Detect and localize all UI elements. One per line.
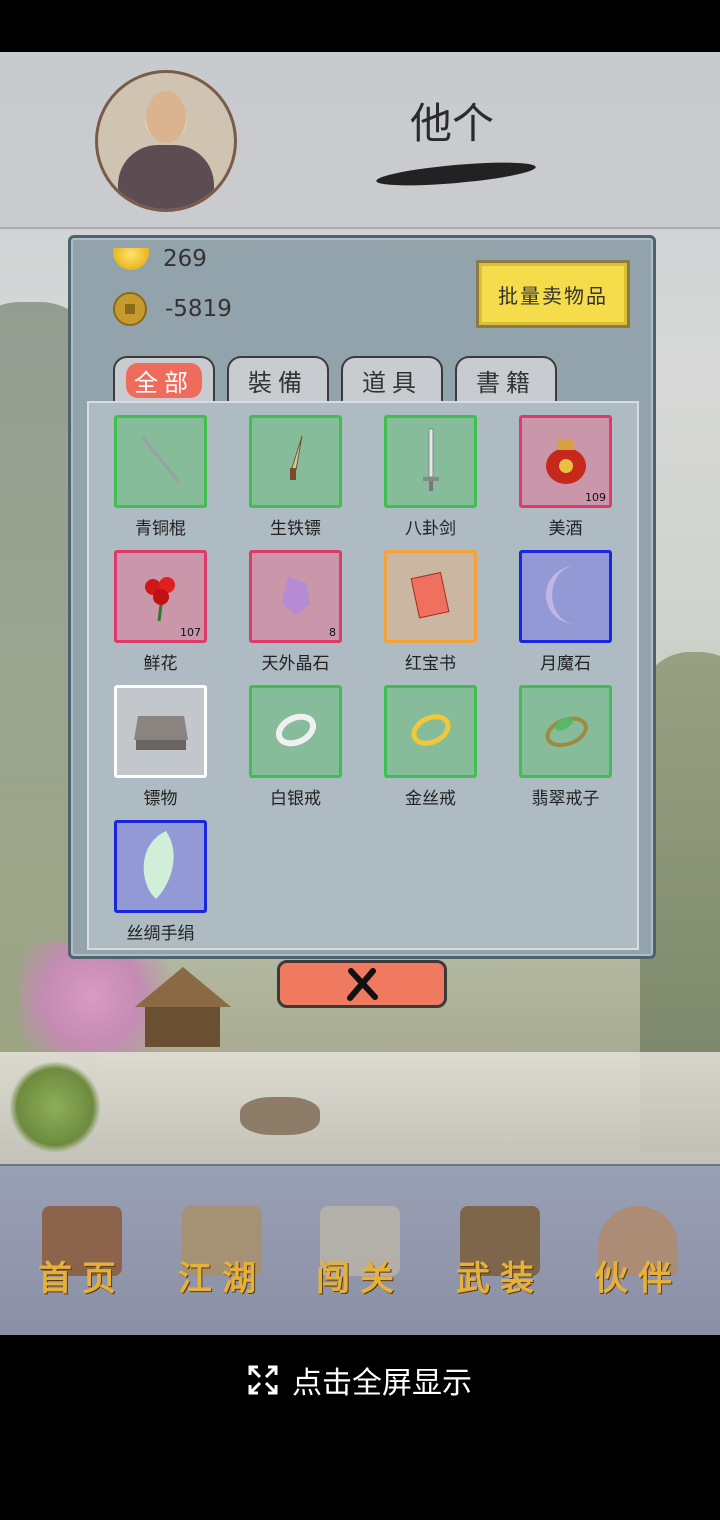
inventory-slot[interactable]: 青铜棍: [93, 415, 228, 539]
copper-coin-icon: [113, 292, 147, 326]
crystal-icon: [266, 565, 326, 629]
gold-ring-icon: [401, 700, 461, 764]
item-icon-frame[interactable]: [519, 685, 612, 778]
item-grid: 青铜棍 生铁镖 八卦剑 109 美酒 107 鲜花 8 天外晶石 红宝书 月魔石镖物 白银戒 金丝戒 翡翠…: [87, 401, 639, 950]
red-book-icon: [401, 565, 461, 629]
item-icon-frame[interactable]: [249, 685, 342, 778]
brush-stroke-decoration: [375, 158, 537, 190]
item-count: 109: [585, 491, 606, 504]
wine-jar-icon: [536, 430, 596, 494]
item-icon-frame[interactable]: [114, 415, 207, 508]
silk-handkerchief-icon: [126, 825, 196, 909]
item-icon-frame[interactable]: 107: [114, 550, 207, 643]
item-name: 镖物: [143, 789, 178, 809]
gold-ingot-icon: [113, 248, 149, 270]
fullscreen-label: 点击全屏显示: [292, 1366, 472, 1401]
item-icon-frame[interactable]: [114, 685, 207, 778]
inventory-tabs: 全部 裝備 道具 書籍: [113, 356, 557, 402]
item-name: 鲜花: [143, 654, 178, 674]
game-screen: 他个 269 -5819 批量卖物品 全部 裝備 道具 書籍 青铜棍 生铁镖 八卦剑…: [0, 52, 720, 1335]
inventory-slot[interactable]: 金丝戒: [363, 685, 498, 809]
staff-icon: [131, 430, 191, 494]
item-name: 月魔石: [540, 654, 591, 674]
item-name: 美酒: [548, 519, 583, 539]
player-name: 他个: [410, 99, 495, 148]
inventory-panel: 269 -5819 批量卖物品 全部 裝備 道具 書籍 青铜棍 生铁镖 八卦剑 109…: [68, 235, 656, 959]
inventory-slot[interactable]: 107 鲜花: [93, 550, 228, 674]
item-count: 8: [329, 626, 336, 639]
item-icon-frame[interactable]: 109: [519, 415, 612, 508]
background-river: [0, 1052, 720, 1172]
inventory-slot[interactable]: 八卦剑: [363, 415, 498, 539]
nav-home[interactable]: 首页: [22, 1206, 142, 1306]
item-icon-frame[interactable]: [519, 550, 612, 643]
close-button[interactable]: [277, 960, 447, 1008]
coin-amount: -5819: [165, 296, 232, 322]
player-header: 他个: [0, 52, 720, 229]
nav-partner[interactable]: 伙伴: [578, 1206, 698, 1306]
item-icon-frame[interactable]: [114, 820, 207, 913]
tab-all[interactable]: 全部: [113, 356, 215, 402]
gold-currency: 269: [113, 246, 207, 272]
bulk-sell-button[interactable]: 批量卖物品: [476, 260, 630, 328]
item-icon-frame[interactable]: [384, 415, 477, 508]
item-name: 丝绸手绢: [126, 924, 195, 944]
inventory-slot[interactable]: 白银戒: [228, 685, 363, 809]
dart-icon: [266, 430, 326, 494]
item-icon-frame[interactable]: [384, 550, 477, 643]
inventory-slot[interactable]: 红宝书: [363, 550, 498, 674]
cargo-box-icon: [126, 700, 196, 764]
tab-books[interactable]: 書籍: [455, 356, 557, 402]
item-icon-frame[interactable]: [249, 415, 342, 508]
nav-jianghu[interactable]: 江湖: [162, 1206, 282, 1306]
coin-currency: -5819: [113, 292, 232, 326]
inventory-slot[interactable]: 生铁镖: [228, 415, 363, 539]
rose-icon: [131, 565, 191, 629]
nav-equipment[interactable]: 武装: [440, 1206, 560, 1306]
item-name: 红宝书: [405, 654, 456, 674]
item-name: 生铁镖: [270, 519, 321, 539]
close-icon: [347, 968, 378, 1001]
item-name: 天外晶石: [261, 654, 330, 674]
item-count: 107: [180, 626, 201, 639]
nav-challenge[interactable]: 闯关: [300, 1206, 420, 1306]
item-name: 青铜棍: [135, 519, 186, 539]
inventory-slot[interactable]: 109 美酒: [498, 415, 633, 539]
item-name: 白银戒: [270, 789, 321, 809]
item-name: 翡翠戒子: [531, 789, 600, 809]
jade-ring-icon: [536, 700, 596, 764]
tab-props[interactable]: 道具: [341, 356, 443, 402]
moon-stone-icon: [531, 560, 601, 634]
inventory-slot[interactable]: 丝绸手绢: [93, 820, 228, 944]
silver-ring-icon: [266, 700, 326, 764]
inventory-slot[interactable]: 月魔石: [498, 550, 633, 674]
inventory-slot[interactable]: 翡翠戒子: [498, 685, 633, 809]
avatar[interactable]: [95, 70, 237, 212]
tab-equipment[interactable]: 裝備: [227, 356, 329, 402]
sword-icon: [401, 425, 461, 499]
item-icon-frame[interactable]: 8: [249, 550, 342, 643]
item-icon-frame[interactable]: [384, 685, 477, 778]
bottom-nav: 首页 江湖 闯关 武装 伙伴: [0, 1164, 720, 1335]
inventory-slot[interactable]: 8 天外晶石: [228, 550, 363, 674]
inventory-slot[interactable]: 镖物: [93, 685, 228, 809]
background-rock: [240, 1097, 320, 1135]
fullscreen-prompt[interactable]: 点击全屏显示: [0, 1350, 720, 1410]
background-tree: [10, 1062, 100, 1152]
expand-icon: [248, 1365, 278, 1395]
item-name: 八卦剑: [405, 519, 456, 539]
gold-amount: 269: [163, 246, 207, 272]
background-hut: [135, 967, 231, 1047]
item-name: 金丝戒: [405, 789, 456, 809]
